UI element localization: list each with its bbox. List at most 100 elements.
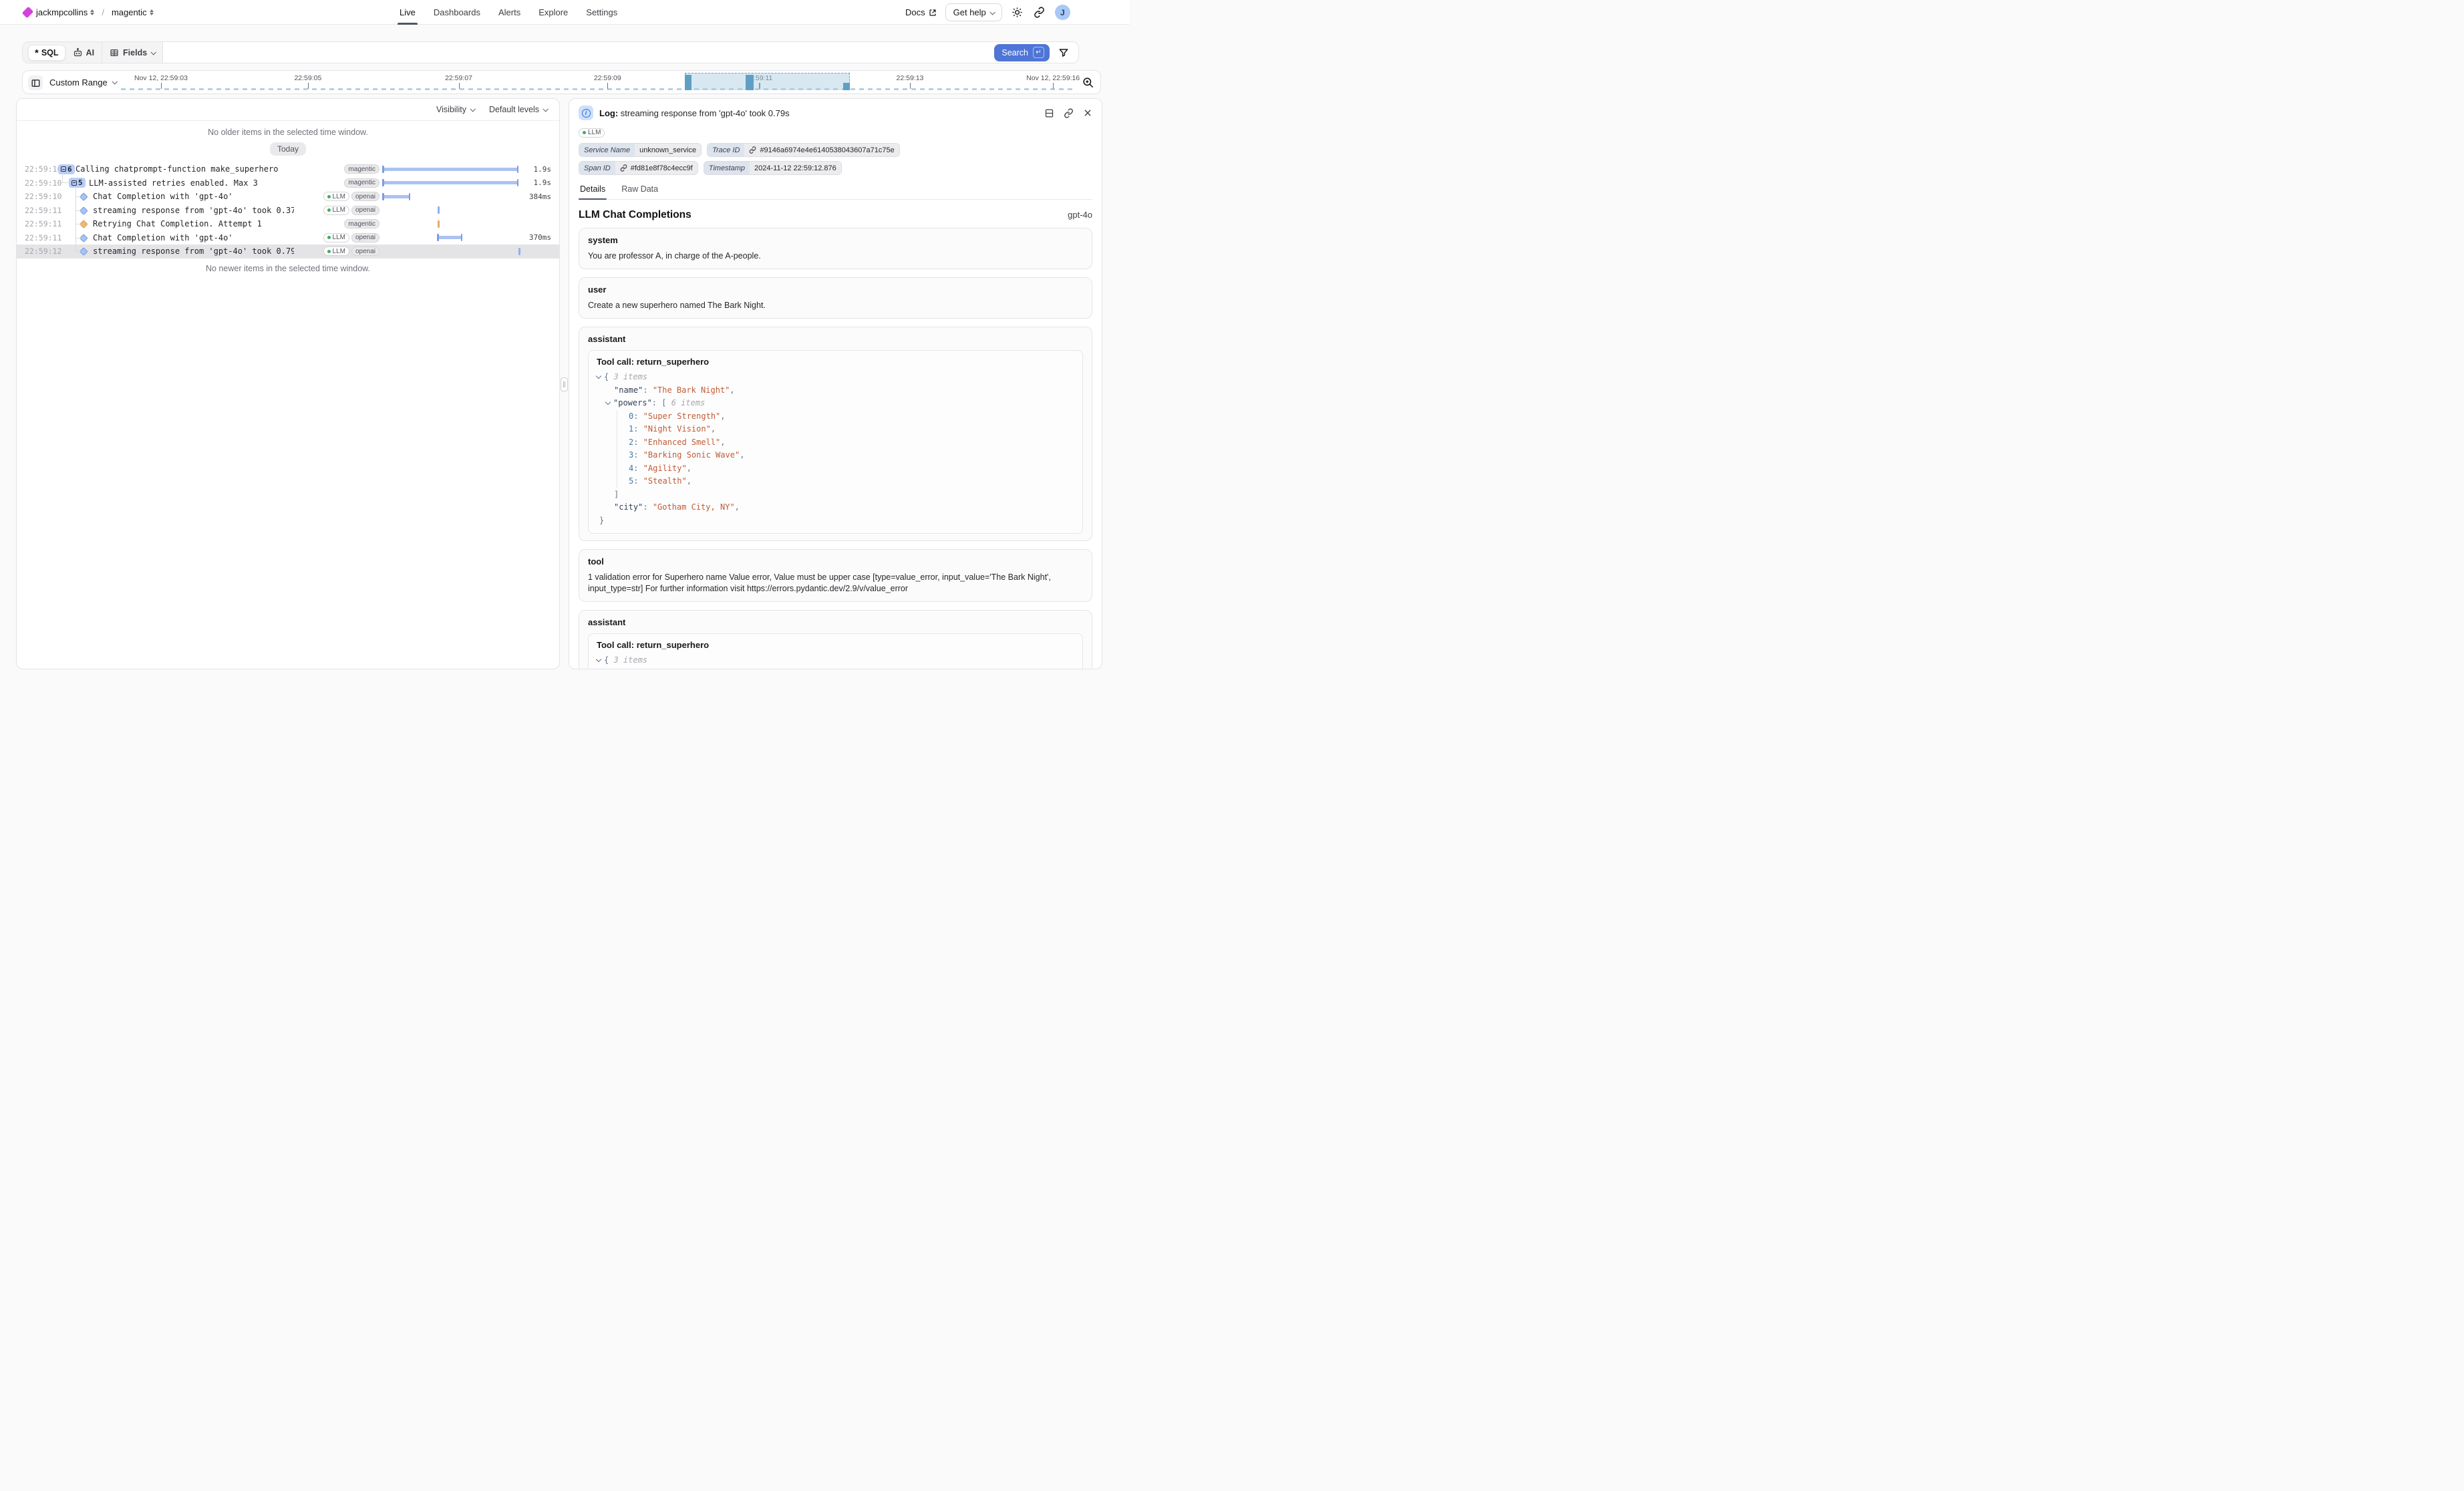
collapse-badge[interactable]: 6 bbox=[58, 164, 75, 174]
docs-link[interactable]: Docs bbox=[905, 7, 937, 17]
duration-bar bbox=[382, 168, 518, 171]
green-dot-icon bbox=[327, 208, 331, 212]
log-row[interactable]: 22:59:11streaming response from 'gpt-4o'… bbox=[17, 204, 559, 218]
breadcrumb-project[interactable]: magentic bbox=[112, 7, 154, 17]
log-row[interactable]: 22:59:12streaming response from 'gpt-4o'… bbox=[17, 244, 559, 259]
fields-button[interactable]: Fields bbox=[102, 42, 162, 63]
visibility-dropdown[interactable]: Visibility bbox=[436, 105, 474, 114]
link-icon bbox=[1064, 108, 1074, 118]
json-key: "powers" bbox=[613, 398, 652, 407]
nav-tab-live[interactable]: Live bbox=[400, 0, 416, 25]
log-row[interactable]: 22:59:11Retrying Chat Completion. Attemp… bbox=[17, 217, 559, 231]
tag-label: magentic bbox=[348, 166, 375, 173]
collapse-sidebar-button[interactable] bbox=[28, 75, 43, 90]
json-colon: : bbox=[633, 424, 643, 434]
zoom-in-button[interactable] bbox=[1082, 76, 1094, 89]
tag-magentic: magentic bbox=[344, 178, 379, 188]
close-button[interactable] bbox=[1083, 108, 1092, 118]
timeline-plot[interactable]: Nov 12, 22:59:0322:59:0522:59:0722:59:09… bbox=[121, 71, 1075, 94]
nav-tab-alerts[interactable]: Alerts bbox=[498, 0, 520, 25]
no-older-items-text: No older items in the selected time wind… bbox=[17, 128, 559, 137]
json-line: 0: "Super Strength", bbox=[597, 410, 1074, 424]
log-row[interactable]: 22:59:11Chat Completion with 'gpt-4o'LLM… bbox=[17, 231, 559, 245]
log-row[interactable]: 22:59:105LLM-assisted retries enabled. M… bbox=[17, 176, 559, 190]
meta-label: Trace ID bbox=[708, 144, 744, 156]
nav-tab-dashboards[interactable]: Dashboards bbox=[434, 0, 480, 25]
json-line: "city": "Gotham City, NY", bbox=[597, 501, 1074, 514]
log-tags: LLMopenai bbox=[294, 206, 382, 215]
meta-chip-span-id[interactable]: Span ID#fd81e8f78c4ecc9f bbox=[579, 161, 698, 175]
json-line: 4: "Agility", bbox=[597, 462, 1074, 476]
tag-label: openai bbox=[355, 193, 375, 200]
tag-openai: openai bbox=[351, 192, 379, 201]
tag-label: LLM bbox=[333, 248, 345, 255]
tag-label: openai bbox=[355, 248, 375, 255]
duration-bar-track bbox=[382, 217, 528, 231]
search-button[interactable]: Search ↵ bbox=[994, 44, 1050, 61]
log-time: 22:59:12 bbox=[17, 246, 51, 256]
log-row[interactable]: 22:59:10Chat Completion with 'gpt-4o'LLM… bbox=[17, 190, 559, 204]
share-link-button[interactable] bbox=[1033, 6, 1046, 19]
get-help-button[interactable]: Get help bbox=[945, 3, 1002, 21]
timeline-histogram-bar bbox=[843, 83, 850, 90]
detail-tab-raw-data[interactable]: Raw Data bbox=[620, 182, 659, 199]
duration-tick bbox=[518, 248, 520, 255]
nav-tab-explore[interactable]: Explore bbox=[538, 0, 568, 25]
today-button[interactable]: Today bbox=[270, 142, 306, 156]
split-view-button[interactable] bbox=[1044, 108, 1054, 118]
split-view-icon bbox=[1044, 108, 1054, 118]
tree-connector bbox=[62, 173, 63, 183]
tool-call-card: Tool call: return_superhero{ 3 items"nam… bbox=[588, 633, 1083, 669]
timeline-selection[interactable] bbox=[685, 73, 850, 90]
breadcrumb: jackmpcollins / magentic bbox=[24, 0, 154, 24]
log-list-panel: Visibility Default levels No older items… bbox=[16, 98, 560, 669]
theme-toggle-button[interactable] bbox=[1011, 6, 1024, 19]
panel-resize-handle[interactable] bbox=[561, 377, 568, 391]
detail-header: i Log: streaming response from 'gpt-4o' … bbox=[579, 106, 1092, 120]
meta-value: 2024-11-12 22:59:12.876 bbox=[750, 162, 841, 174]
meta-chip-trace-id[interactable]: Trace ID#9146a6974e4e6140538043607a71c75… bbox=[707, 143, 900, 157]
tag-label: magentic bbox=[348, 179, 375, 186]
json-line: 3: "Barking Sonic Wave", bbox=[597, 449, 1074, 462]
json-punctuation: ] bbox=[614, 490, 619, 499]
json-colon: : bbox=[633, 411, 643, 421]
copy-link-button[interactable] bbox=[1064, 108, 1074, 118]
breadcrumb-org[interactable]: jackmpcollins bbox=[36, 7, 94, 17]
sql-button[interactable]: * SQL bbox=[28, 45, 65, 61]
fields-label: Fields bbox=[123, 48, 147, 57]
log-list-header: Visibility Default levels bbox=[17, 99, 559, 121]
tag-openai: openai bbox=[351, 233, 379, 242]
avatar[interactable]: J bbox=[1055, 5, 1070, 20]
collapse-chevron-icon[interactable] bbox=[596, 373, 601, 379]
org-selector-icon[interactable] bbox=[90, 9, 94, 15]
section-heading: LLM Chat Completions gpt-4o bbox=[579, 209, 1092, 221]
filter-button[interactable] bbox=[1057, 46, 1070, 59]
levels-dropdown[interactable]: Default levels bbox=[489, 105, 547, 114]
tag-label: magentic bbox=[348, 220, 375, 228]
time-range-selector[interactable]: Custom Range bbox=[49, 71, 116, 94]
ai-button[interactable]: AI bbox=[65, 47, 102, 57]
nav-tab-settings[interactable]: Settings bbox=[586, 0, 617, 25]
tool-call-card: Tool call: return_superhero{ 3 items"nam… bbox=[588, 350, 1083, 534]
search-input[interactable] bbox=[163, 42, 994, 63]
log-tags: magentic bbox=[294, 164, 382, 174]
message-card-system: systemYou are professor A, in charge of … bbox=[579, 228, 1092, 269]
collapse-chevron-icon[interactable] bbox=[605, 399, 611, 405]
time-range-label: Custom Range bbox=[49, 77, 108, 88]
log-tags: LLMopenai bbox=[294, 233, 382, 242]
log-tags: magentic bbox=[294, 219, 382, 228]
json-items-count: 3 items bbox=[613, 372, 647, 381]
timeline-tick-label: Nov 12, 22:59:03 bbox=[134, 74, 188, 82]
log-duration: 370ms bbox=[528, 233, 559, 242]
search-bar-right: Search ↵ bbox=[994, 42, 1078, 63]
timeline-tick-label: 22:59:05 bbox=[294, 74, 321, 82]
tag-magentic: magentic bbox=[344, 164, 379, 174]
project-selector-icon[interactable] bbox=[150, 9, 154, 15]
log-text: Retrying Chat Completion. Attempt 1 bbox=[93, 219, 262, 228]
collapse-chevron-icon[interactable] bbox=[596, 657, 601, 662]
log-row[interactable]: 22:59:106Calling chatprompt-function mak… bbox=[17, 162, 559, 176]
detail-tab-details[interactable]: Details bbox=[579, 182, 607, 199]
tag-magentic: magentic bbox=[344, 219, 379, 228]
collapse-badge[interactable]: 5 bbox=[69, 178, 86, 188]
duration-bar-cap bbox=[409, 193, 411, 200]
